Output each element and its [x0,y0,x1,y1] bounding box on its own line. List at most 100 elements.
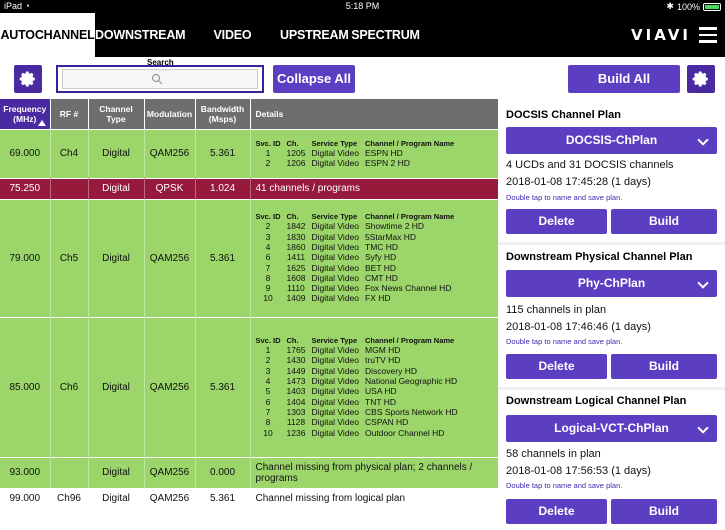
service-row: 2 1430 Digital Video truTV HD [256,355,464,365]
plan-hint: Double tap to name and save plan. [506,337,623,346]
physical-build-button[interactable]: Build [611,354,717,379]
tab-video-analyzer[interactable]: VIDEO ANALYZER [185,13,280,86]
svc-id: 10 [263,293,273,304]
settings-right-button[interactable] [687,65,715,93]
docsis-plan-section: DOCSIS Channel Plan DOCSIS-ChPlan 4 UCDs… [498,99,725,242]
svc-channel: 1860 [286,241,306,252]
svc-channel: 1608 [286,272,306,283]
svc-channel: 1110 [287,283,305,294]
gear-icon [19,71,35,87]
tab-autochannel[interactable]: AUTOCHANNEL [0,13,95,57]
svc-type: Digital Video [311,376,360,387]
physical-delete-button[interactable]: Delete [506,354,607,379]
table-header-row: Frequency (MHz) RF # Channel Type Modula… [0,99,498,129]
cell-frequency: 93.000 [0,456,51,488]
svc-channel: 1430 [286,355,306,366]
section-title: Downstream Logical Channel Plan [506,395,687,407]
collapse-all-button[interactable]: Collapse All [273,65,355,93]
svc-program-name: CBS Sports Network HD [365,406,458,417]
svc-id: 3 [265,231,271,242]
svc-program-name: truTV HD [365,355,401,366]
logical-delete-button[interactable]: Delete [506,499,607,524]
service-list: Svc. ID Ch. Service Type Channel / Program … [256,336,464,438]
battery-status: ✱ 100% [666,1,721,12]
program-name-header: Channel / Program Name [365,212,455,222]
channel-table-container[interactable]: Frequency (MHz) RF # Channel Type Modula… [0,99,498,530]
svc-program-name: ESPN 2 HD [365,158,410,168]
svc-id: 2 [265,221,271,232]
logical-plan-select[interactable]: Logical-VCT-ChPlan [506,415,717,442]
service-type-header: Service Type [311,138,358,148]
cell-modulation: QAM256 [144,316,196,457]
table-row[interactable]: 99.000 Ch96 Digital QAM256 5.361 Channel miss… [0,487,498,509]
plan-hint: Double tap to name and save plan. [506,193,623,202]
hamburger-menu-icon[interactable] [699,27,717,43]
svc-program-name: BET HD [365,262,397,273]
cell-frequency: 79.000 [0,198,51,317]
service-row: 1 1205 Digital Video ESPN HD [256,148,461,158]
svc-type: Digital Video [311,365,360,376]
cell-channel-type: Digital [88,128,145,178]
tab-spectrum[interactable]: SPECTRUM [348,13,423,57]
table-row[interactable]: 75.250 Digital QPSK 1.024 41 channels / prog… [0,177,498,199]
svc-program-name: TNT HD [365,396,397,407]
cell-channel-type: Digital [88,198,145,317]
docsis-build-button[interactable]: Build [611,209,717,234]
tab-downstream[interactable]: DOWNSTREAM [95,13,186,57]
table-row[interactable]: 93.000 Digital QAM256 0.000 Channel missing … [0,456,498,488]
svc-channel: 1403 [286,386,306,397]
cell-rf: Ch6 [50,316,89,457]
svc-channel: 1830 [286,231,306,242]
cell-modulation: QAM256 [144,128,196,178]
svc-channel: 1205 [286,147,306,158]
svc-id: 8 [265,272,271,283]
col-frequency-header[interactable]: Frequency (MHz) [0,99,51,129]
svc-type: Digital Video [311,345,360,356]
plan-timestamp: 2018-01-08 17:46:46 (1 days) [506,321,651,333]
program-name-header: Channel / Program Name [365,336,455,346]
svc-id: 6 [265,396,271,407]
svc-program-name: CMT HD [365,272,398,283]
svc-id: 3 [265,365,271,376]
bluetooth-icon: ✱ [666,1,674,11]
settings-left-button[interactable] [14,65,42,93]
section-title: DOCSIS Channel Plan [506,109,621,121]
col-channel-type-header[interactable]: Channel Type [88,99,145,129]
svc-id-header: Svc. ID [255,336,281,346]
docsis-delete-button[interactable]: Delete [506,209,607,234]
service-row: 6 1404 Digital Video TNT HD [256,397,464,407]
svc-type: Digital Video [311,147,360,158]
service-row: 5 1403 Digital Video USA HD [256,386,464,396]
svc-program-name: USA HD [365,386,397,397]
col-modulation-header[interactable]: Modulation [144,99,196,129]
svc-type: Digital Video [311,427,360,438]
ch-header: Ch. [286,336,299,346]
col-bandwidth-header[interactable]: Bandwidth (Msps) [195,99,251,129]
svc-id: 9 [265,283,271,294]
clock: 5:18 PM [345,1,380,11]
svc-id: 6 [265,252,271,263]
col-rf-header[interactable]: RF # [50,99,89,129]
svc-type: Digital Video [311,241,360,252]
svc-channel: 1206 [286,158,306,168]
svc-type: Digital Video [311,252,360,263]
cell-details: Channel missing from logical plan [250,487,498,509]
table-row[interactable]: 69.000 Ch4 Digital QAM256 5.361 Svc. ID Ch. Ser… [0,128,498,178]
brand-logo: VIAVI [631,26,691,44]
svc-program-name: TMC HD [365,241,399,252]
tab-bar: AUTOCHANNEL DOWNSTREAM VIDEO ANALYZER UP… [0,13,725,86]
svc-type: Digital Video [311,396,360,407]
build-all-button[interactable]: Build All [568,65,680,93]
svc-program-name: Syfy HD [365,252,397,263]
table-row[interactable]: 79.000 Ch5 Digital QAM256 5.361 Svc. ID Ch. Ser… [0,198,498,317]
physical-plan-select[interactable]: Phy-ChPlan [506,270,717,297]
table-row[interactable]: 85.000 Ch6 Digital QAM256 5.361 Svc. ID Ch. Ser… [0,316,498,457]
svc-program-name: Outdoor Channel HD [365,427,445,438]
svc-id: 7 [265,406,271,417]
svc-program-name: National Geographic HD [365,376,458,387]
docsis-plan-select[interactable]: DOCSIS-ChPlan [506,127,717,154]
svc-type: Digital Video [311,293,360,304]
channel-plan-panel: DOCSIS Channel Plan DOCSIS-ChPlan 4 UCDs… [498,99,725,530]
tab-upstream[interactable]: UPSTREAM [280,13,349,57]
logical-build-button[interactable]: Build [611,499,717,524]
